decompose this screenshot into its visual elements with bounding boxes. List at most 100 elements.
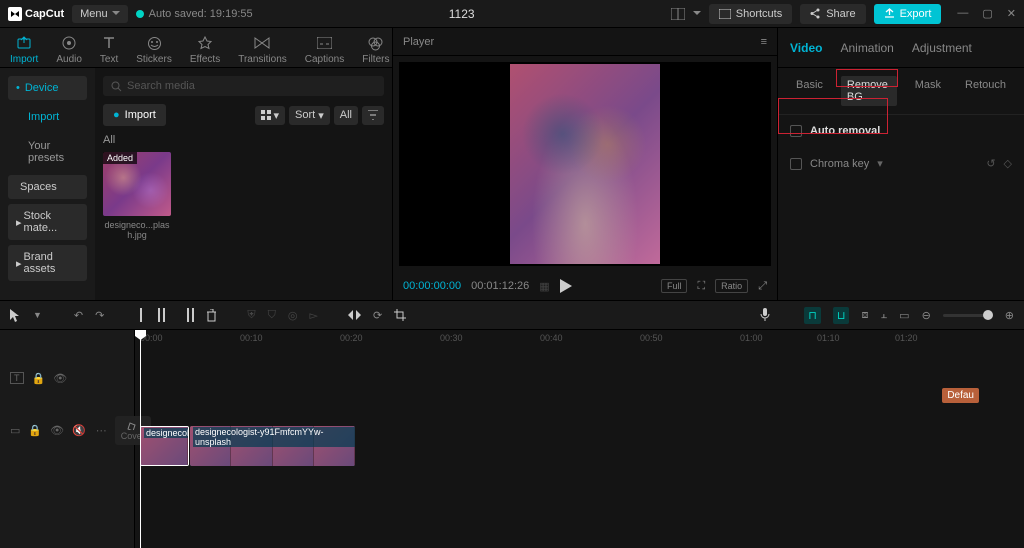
track-headers: T 🔒 👁 ▭ 🔒 👁 🔇 ⋯ Cover — [0, 330, 135, 548]
mute-icon[interactable]: 🔇 — [72, 424, 86, 437]
tab-captions[interactable]: Captions — [305, 30, 344, 65]
eye-icon[interactable]: 👁 — [53, 372, 67, 385]
sidebar-item-spaces[interactable]: Spaces — [8, 175, 87, 199]
player-title: Player — [403, 36, 434, 48]
sidebar-item-import[interactable]: Import — [8, 105, 87, 129]
redo-button[interactable]: ↷ — [95, 309, 104, 322]
split-button[interactable] — [136, 308, 146, 322]
sidebar-item-device[interactable]: • Device — [8, 76, 87, 100]
crop-icon[interactable]: ⛶ — [697, 280, 705, 293]
split-right-button[interactable] — [182, 308, 194, 322]
search-input[interactable]: Search media — [103, 76, 384, 96]
chevron-down-icon[interactable] — [693, 11, 701, 16]
tab-text[interactable]: Text — [100, 30, 118, 65]
tab-audio[interactable]: Audio — [56, 30, 82, 65]
tab-effects[interactable]: Effects — [190, 30, 220, 65]
auto-removal-row[interactable]: Auto removal — [778, 115, 1024, 147]
clip-2[interactable]: designecologist-y91FmfcmYYw-unsplash — [190, 426, 355, 466]
align-button[interactable]: ⫠ — [880, 309, 887, 322]
share-button[interactable]: Share — [800, 4, 865, 24]
share-icon — [810, 8, 821, 19]
media-thumb[interactable]: Added designeco...plash.jpg — [103, 152, 171, 240]
full-button[interactable]: Full — [661, 279, 688, 293]
cursor-tool[interactable] — [10, 309, 21, 322]
timeline-body[interactable]: 00:00 00:10 00:20 00:30 00:40 00:50 01:0… — [135, 330, 1024, 548]
player-panel: Player ≡ 00:00:00:00 00:01:12:26 ▦ Full … — [393, 28, 778, 300]
tab-stickers[interactable]: Stickers — [136, 30, 172, 65]
delete-button[interactable] — [206, 309, 217, 322]
tab-transitions[interactable]: Transitions — [238, 30, 287, 65]
minimize-button[interactable]: — — [957, 7, 968, 20]
rotate-button[interactable]: ⟳ — [373, 309, 382, 322]
section-all-label: All — [103, 134, 384, 146]
snap-button[interactable]: ⧈ — [861, 309, 868, 322]
track-text[interactable] — [135, 348, 1024, 426]
collapse-icon[interactable]: ▭ — [10, 424, 20, 437]
shortcuts-button[interactable]: Shortcuts — [709, 4, 792, 24]
autosave-status: Auto saved: 19:19:55 — [136, 8, 253, 20]
play-button[interactable] — [560, 279, 651, 293]
chevron-down-icon[interactable]: ▼ — [33, 310, 42, 320]
player-viewport[interactable] — [399, 62, 771, 266]
filter-all-button[interactable]: All — [334, 106, 358, 125]
maximize-button[interactable]: ▢ — [982, 7, 992, 20]
track-video[interactable]: designecol designecologist-y91FmfcmYYw-u… — [135, 426, 1024, 470]
link-button[interactable]: ⊔ — [833, 307, 850, 324]
undo-button[interactable]: ↶ — [74, 309, 83, 322]
left-panel: Import Audio Text Stickers Effects Trans… — [0, 28, 393, 300]
sub-mask[interactable]: Mask — [909, 76, 947, 106]
sub-basic[interactable]: Basic — [790, 76, 829, 106]
sidebar-item-presets[interactable]: Your presets — [8, 134, 87, 170]
layout-icon[interactable] — [671, 8, 685, 20]
lock-icon[interactable]: 🔒 — [28, 424, 42, 437]
project-title: 1123 — [261, 7, 663, 21]
track-t-icon[interactable]: T — [10, 372, 24, 384]
sidebar-item-stock[interactable]: ▸ Stock mate... — [8, 204, 87, 240]
import-button[interactable]: ●Import — [103, 104, 166, 126]
preview-button[interactable]: ▭ — [899, 309, 909, 322]
sub-retouch[interactable]: Retouch — [959, 76, 1012, 106]
filter-icon-button[interactable] — [362, 106, 384, 125]
magnet-button[interactable]: ⊓ — [804, 307, 821, 324]
shield1-icon[interactable]: ⛨ — [247, 309, 255, 322]
tab-import[interactable]: Import — [10, 30, 38, 65]
mic-button[interactable] — [760, 308, 770, 322]
timeline-ruler[interactable]: 00:00 00:10 00:20 00:30 00:40 00:50 01:0… — [135, 330, 1024, 348]
zoom-slider[interactable] — [943, 314, 993, 317]
reset-icon[interactable]: ↺ — [986, 157, 995, 170]
menu-button[interactable]: Menu — [72, 5, 128, 23]
ratio-button[interactable]: Ratio — [715, 279, 748, 293]
chroma-key-row[interactable]: Chroma key ▾ ↺ ◇ — [778, 147, 1024, 180]
sidebar-item-brand[interactable]: ▸ Brand assets — [8, 245, 87, 281]
export-button[interactable]: Export — [874, 4, 942, 24]
tab-filters[interactable]: Filters — [362, 30, 389, 65]
chevron-down-icon[interactable]: ▾ — [877, 157, 883, 170]
mirror-button[interactable] — [348, 309, 361, 321]
split-left-button[interactable] — [158, 308, 170, 322]
view-grid-button[interactable]: ▾ — [255, 106, 286, 125]
close-button[interactable]: ✕ — [1007, 7, 1016, 20]
player-menu-icon[interactable]: ≡ — [761, 36, 767, 48]
clip-1[interactable]: designecol — [140, 426, 189, 466]
crop-button[interactable] — [394, 309, 406, 321]
media-tabs: Import Audio Text Stickers Effects Trans… — [0, 28, 392, 68]
circle-icon[interactable]: ◎ — [288, 309, 298, 322]
sort-button[interactable]: Sort ▾ — [289, 106, 330, 125]
eye-icon[interactable]: 👁 — [50, 424, 64, 437]
auto-removal-checkbox[interactable] — [790, 125, 802, 137]
shield2-icon[interactable]: ⛉ — [268, 309, 276, 322]
keyboard-icon — [719, 9, 731, 19]
keyframe-icon[interactable]: ◇ — [1004, 157, 1012, 170]
effects-icon — [196, 34, 214, 52]
play-circle-icon[interactable]: ▻ — [309, 309, 317, 322]
prop-tab-adjustment[interactable]: Adjustment — [912, 41, 972, 55]
prop-tab-animation[interactable]: Animation — [840, 41, 893, 55]
chroma-checkbox[interactable] — [790, 158, 802, 170]
zoomout-button[interactable]: ⊖ — [922, 309, 931, 322]
lock-icon[interactable]: 🔒 — [32, 372, 46, 385]
zoomin-button[interactable]: ⊕ — [1005, 309, 1014, 322]
prop-tab-video[interactable]: Video — [790, 41, 822, 55]
grid-icon[interactable]: ▦ — [539, 280, 549, 293]
sub-removebg[interactable]: Remove BG — [841, 76, 897, 106]
expand-icon[interactable]: ⤢ — [758, 280, 767, 293]
